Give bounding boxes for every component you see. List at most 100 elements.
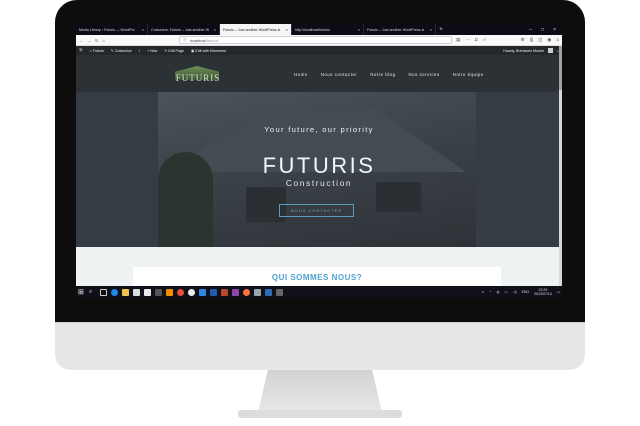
tab-media-library[interactable]: Media Library ‹ Futuris — WordPre ×	[76, 24, 148, 35]
reader-icon[interactable]: ▤	[456, 37, 460, 43]
tab-label: http://localhost/futuris/	[295, 27, 330, 32]
hero-brand-title: FUTURIS	[262, 153, 376, 178]
app-icon[interactable]	[232, 288, 239, 296]
hamburger-menu-icon[interactable]: ≡	[556, 37, 559, 43]
avatar[interactable]	[547, 48, 553, 53]
new-tab-button[interactable]: +	[436, 27, 446, 33]
firefox-icon[interactable]	[243, 288, 250, 296]
contact-button[interactable]: NOUS CONTACTER	[279, 204, 354, 217]
clock[interactable]: 22:29 2019/07/13	[534, 288, 552, 296]
comments-icon[interactable]: ▪	[139, 49, 140, 53]
windows-start-icon[interactable]: ⊞	[78, 289, 85, 296]
pocket-icon[interactable]: ◘	[475, 37, 478, 43]
language-indicator[interactable]: ENG	[522, 290, 530, 294]
monitor-base	[238, 410, 402, 418]
chrome-icon[interactable]	[177, 288, 184, 296]
tab-localhost[interactable]: http://localhost/futuris/ ×	[292, 24, 364, 35]
store-icon[interactable]	[133, 288, 140, 296]
tray-up-icon[interactable]: ^	[490, 290, 492, 294]
howdy-user[interactable]: Howdy, Brenswen Mourie	[503, 49, 544, 53]
site-header: FUTURIS Home Nous contacter Notre blog N…	[76, 55, 562, 92]
clock-date: 2019/07/13	[534, 292, 552, 296]
admin-site-name[interactable]: ⌂ Futuris	[90, 49, 104, 53]
hero-tagline: Your future, our priority	[264, 125, 374, 134]
url-host: localhost	[189, 37, 206, 43]
task-view-icon[interactable]	[100, 288, 107, 296]
minimize-button[interactable]: –	[529, 27, 532, 33]
menu-item-blog[interactable]: Notre blog	[370, 72, 395, 77]
menu-item-home[interactable]: Home	[294, 72, 308, 77]
photoshop-icon[interactable]	[265, 288, 272, 296]
close-icon[interactable]: ×	[142, 27, 144, 32]
app-icon[interactable]	[166, 288, 173, 296]
app-icon[interactable]	[188, 288, 195, 296]
menu-dots-icon[interactable]: ···	[465, 37, 470, 43]
app-icon[interactable]	[276, 288, 283, 296]
hero-subtitle: Construction	[285, 178, 353, 188]
powerpoint-icon[interactable]	[221, 288, 228, 296]
wordpress-logo-icon[interactable]: Ⓦ	[79, 48, 83, 53]
window-controls: – □ ×	[529, 27, 562, 33]
back-icon[interactable]: ←	[79, 38, 83, 43]
tab-futuris-2[interactable]: Futuris – Just another WordPress si ×	[364, 24, 436, 35]
browser-toolbar-right: ▤ ··· ◘ ☆	[456, 37, 487, 43]
main-menu: Home Nous contacter Notre blog Nos servi…	[294, 72, 484, 77]
battery-icon[interactable]: ▭	[504, 290, 507, 294]
library-icon[interactable]: |||	[530, 37, 534, 43]
file-explorer-icon[interactable]	[122, 288, 129, 296]
tab-label: Futuris – Just another WordPress si	[367, 27, 425, 32]
tab-futuris-active[interactable]: Futuris – Just another WordPress si ×	[220, 24, 292, 35]
desktop-monitor-mockup: Media Library ‹ Futuris — WordPre × Custo…	[0, 0, 640, 426]
maximize-button[interactable]: □	[541, 27, 544, 33]
scrollbar[interactable]	[559, 46, 562, 286]
about-card: QUI SOMMES NOUS?	[133, 267, 501, 286]
content-section: QUI SOMMES NOUS?	[76, 247, 562, 286]
scrollbar-thumb[interactable]	[559, 46, 562, 90]
sidebar-icon[interactable]: ◫	[538, 37, 542, 43]
home-icon[interactable]: ⌂	[102, 38, 104, 43]
edge-icon[interactable]	[111, 288, 118, 296]
word-icon[interactable]	[210, 288, 217, 296]
tab-customize[interactable]: Customize: Futuris – Just another W ×	[148, 24, 220, 35]
search-icon[interactable]: ⌕	[89, 289, 96, 296]
tab-label: Futuris – Just another WordPress si	[223, 27, 281, 32]
extension-icon[interactable]: ⚙	[521, 37, 525, 43]
forward-icon[interactable]: →	[87, 38, 91, 43]
bookmark-star-icon[interactable]: ☆	[483, 37, 487, 43]
url-path: /futuris/	[205, 37, 219, 43]
browser-tab-strip: Media Library ‹ Futuris — WordPre × Custo…	[76, 24, 562, 35]
edit-page-label: Edit Page	[168, 48, 184, 53]
app-icon[interactable]	[254, 288, 261, 296]
admin-customize[interactable]: ✎ Customize	[111, 49, 132, 53]
section-title: QUI SOMMES NOUS?	[271, 273, 363, 282]
new-label: New	[150, 48, 158, 53]
close-icon[interactable]: ×	[430, 27, 432, 32]
taskbar: ⊞ ⌕ ☺ ^ ◍ ▭ ◁) ENG 22:29 2019/07/13 ▭	[76, 286, 562, 298]
close-icon[interactable]: ×	[286, 27, 288, 32]
site-logo[interactable]: FUTURIS	[173, 64, 223, 84]
people-icon[interactable]: ☺	[481, 290, 485, 294]
app-icon[interactable]	[199, 288, 206, 296]
system-tray: ☺ ^ ◍ ▭ ◁) ENG 22:29 2019/07/13 ▭	[481, 288, 560, 296]
volume-icon[interactable]: ◁)	[513, 290, 517, 294]
account-icon[interactable]: ◉	[547, 37, 551, 43]
close-window-button[interactable]: ×	[553, 27, 556, 33]
menu-item-contact[interactable]: Nous contacter	[321, 72, 358, 77]
close-icon[interactable]: ×	[358, 27, 360, 32]
app-icon[interactable]	[155, 288, 162, 296]
address-bar[interactable]: ⓘ localhost/futuris/	[178, 36, 453, 44]
monitor-chin	[55, 322, 585, 370]
screen: Media Library ‹ Futuris — WordPre × Custo…	[76, 24, 562, 298]
menu-item-services[interactable]: Nos services	[409, 72, 440, 77]
admin-new[interactable]: + New	[147, 49, 157, 53]
hero-section: Your future, our priority FUTURIS Constr…	[76, 92, 562, 247]
admin-edit-page[interactable]: ✎ Edit Page	[164, 49, 184, 53]
mail-icon[interactable]	[144, 288, 151, 296]
reload-icon[interactable]: ↻	[95, 38, 98, 43]
site-name-label: Futuris	[92, 48, 104, 53]
admin-edit-elementor[interactable]: ▣ Edit with Elementor	[191, 49, 226, 53]
notification-icon[interactable]: ▭	[557, 290, 560, 294]
network-icon[interactable]: ◍	[496, 290, 499, 294]
menu-item-team[interactable]: Notre équipe	[453, 72, 484, 77]
close-icon[interactable]: ×	[214, 27, 216, 32]
